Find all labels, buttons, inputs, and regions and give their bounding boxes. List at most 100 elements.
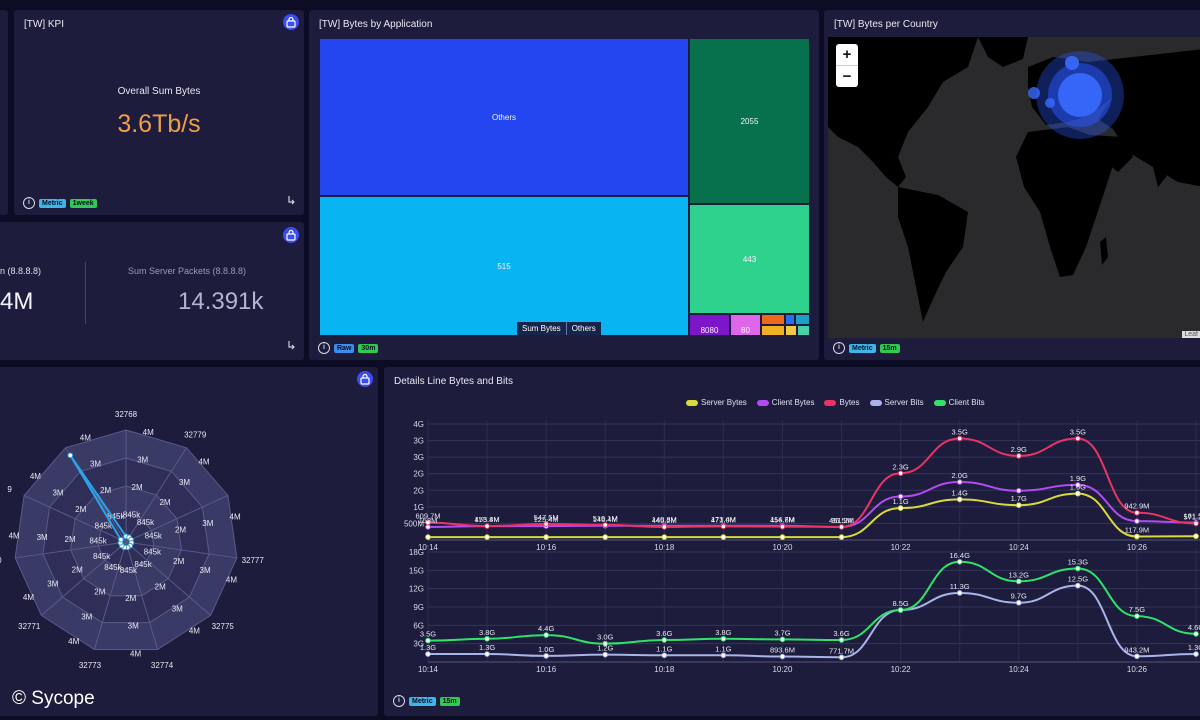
legend-item[interactable]: Server Bits xyxy=(869,398,924,407)
treemap-cell-515[interactable]: 515 xyxy=(319,196,689,336)
radar-ring-label: 2M xyxy=(100,486,111,495)
kpi-value: 3.6Tb/s xyxy=(117,110,201,138)
radar-ring-label: 845k xyxy=(137,518,155,527)
data-point xyxy=(484,534,490,540)
data-label: 11.3G xyxy=(950,582,970,591)
radar-ring-label: 845k xyxy=(93,552,111,561)
collapse-icon[interactable] xyxy=(286,337,296,355)
data-point xyxy=(484,635,490,642)
data-label: 1.1G xyxy=(715,644,731,653)
treemap-cell-2055[interactable]: 2055 xyxy=(689,38,810,204)
x-tick-label: 10:14 xyxy=(418,665,439,674)
data-label: 1.9G xyxy=(1070,474,1086,483)
info-icon[interactable]: i xyxy=(318,342,330,354)
radar-ring-label: 3M xyxy=(52,489,63,498)
data-point xyxy=(1075,435,1081,442)
radar-ring-label: 3M xyxy=(202,519,213,528)
data-label: 1.1G xyxy=(656,644,672,653)
treemap-cell-small[interactable] xyxy=(761,325,785,336)
legend-item[interactable]: Client Bits xyxy=(933,398,985,407)
data-point xyxy=(602,651,609,658)
data-label: 2.9G xyxy=(1011,445,1027,454)
data-label: 4.6G xyxy=(1188,623,1200,632)
data-label: 3.6G xyxy=(656,629,672,638)
breadcrumb-item[interactable]: Sum Bytes xyxy=(517,322,566,335)
data-label: 96.5M xyxy=(831,516,852,525)
data-label: 16.4G xyxy=(949,551,970,560)
radar-ring-label: 4M xyxy=(23,593,34,602)
treemap-cell-small[interactable] xyxy=(785,314,795,325)
data-point xyxy=(720,523,727,530)
treemap-cell-small[interactable] xyxy=(797,325,810,336)
lock-icon[interactable] xyxy=(283,14,299,30)
data-label: 146.4M xyxy=(593,515,618,524)
y-tick-label: 3G xyxy=(413,453,424,462)
data-label: 1.1G xyxy=(892,497,908,506)
radar-ring-label: 3M xyxy=(47,579,58,588)
legend-item[interactable]: Client Bytes xyxy=(756,398,814,407)
lock-icon[interactable] xyxy=(283,227,299,243)
data-label: 893.6M xyxy=(770,646,795,655)
treemap-cell-small[interactable] xyxy=(795,314,810,325)
data-point xyxy=(838,524,845,530)
radar-ring-label: 845k xyxy=(134,560,152,569)
data-label: 114.7M xyxy=(770,515,794,524)
data-point xyxy=(779,534,786,540)
radar-ring-label: 4M xyxy=(198,458,209,467)
data-point xyxy=(661,652,668,659)
y-tick-label: 18G xyxy=(409,548,424,557)
map-attribution[interactable]: Leaf xyxy=(1182,331,1200,338)
breadcrumb-item[interactable]: Others xyxy=(565,322,601,335)
data-label: 771.7M xyxy=(829,646,854,655)
zoom-in-button[interactable]: + xyxy=(836,44,858,66)
data-label: 3.5G xyxy=(1070,428,1086,437)
panel-title: [TW] KPI xyxy=(24,19,64,30)
data-point xyxy=(1134,613,1140,619)
info-icon[interactable]: i xyxy=(23,197,35,209)
treemap-cell-443[interactable]: 443 xyxy=(689,204,810,314)
radar-axis-label: 32774 xyxy=(151,661,174,670)
radar-ring-label: 3M xyxy=(37,533,48,542)
data-label: 7.5G xyxy=(1129,605,1145,614)
treemap-cell-80[interactable]: 80 xyxy=(730,314,761,336)
world-map[interactable]: + − Leaf xyxy=(828,37,1200,338)
details-panel: Details Line Bytes and Bits Server Bytes… xyxy=(384,367,1200,716)
data-label: 1.6G xyxy=(1070,483,1086,492)
metric-tag: Metric xyxy=(409,696,436,706)
radar-axis-label: 32773 xyxy=(79,661,102,670)
data-point xyxy=(1015,502,1022,508)
data-point xyxy=(956,558,963,565)
legend-item[interactable]: Bytes xyxy=(824,398,860,407)
x-tick-label: 10:22 xyxy=(891,665,912,674)
radar-ring-label: 2M xyxy=(125,594,136,603)
data-point xyxy=(838,534,845,540)
data-label: 12.5G xyxy=(1068,575,1089,584)
radar-ring-label: 2M xyxy=(65,535,76,544)
data-point xyxy=(779,636,786,643)
treemap-panel: [TW] Bytes by Application Others 2055 51… xyxy=(309,10,819,360)
treemap-cell-small[interactable] xyxy=(785,325,797,336)
collapse-icon[interactable] xyxy=(286,192,296,210)
info-icon[interactable]: i xyxy=(393,695,405,707)
data-point xyxy=(484,523,490,529)
data-label: 1.2G xyxy=(597,644,613,653)
treemap-cell-8080[interactable]: 8080 xyxy=(689,314,730,336)
map-zoom-control: + − xyxy=(836,44,858,87)
bits-line-chart: 3G6G9G12G15G18G10:14 10:16 10:18 10:20 10:22… xyxy=(409,548,1200,674)
data-label: 3.8G xyxy=(479,628,495,637)
y-tick-label: 1G xyxy=(413,503,424,512)
data-point xyxy=(838,654,845,661)
radar-ring-label: 3M xyxy=(137,456,148,465)
legend-item[interactable]: Server Bytes xyxy=(686,398,747,407)
data-point xyxy=(956,479,963,485)
bytes-line-chart: 500M1G2G2G3G3G4G10:14 10:16 10:18 10:20 10:2… xyxy=(404,420,1200,552)
info-icon[interactable]: i xyxy=(833,342,845,354)
data-label: 3.0G xyxy=(597,633,613,642)
radar-ring-label: 3M xyxy=(81,612,92,621)
treemap-cell-others[interactable]: Others xyxy=(319,38,689,196)
x-tick-label: 10:24 xyxy=(1009,665,1030,674)
data-label: 161.5M xyxy=(1183,512,1200,521)
treemap-cell-small[interactable] xyxy=(761,314,785,325)
data-label: 158M xyxy=(419,516,438,525)
zoom-out-button[interactable]: − xyxy=(836,66,858,87)
